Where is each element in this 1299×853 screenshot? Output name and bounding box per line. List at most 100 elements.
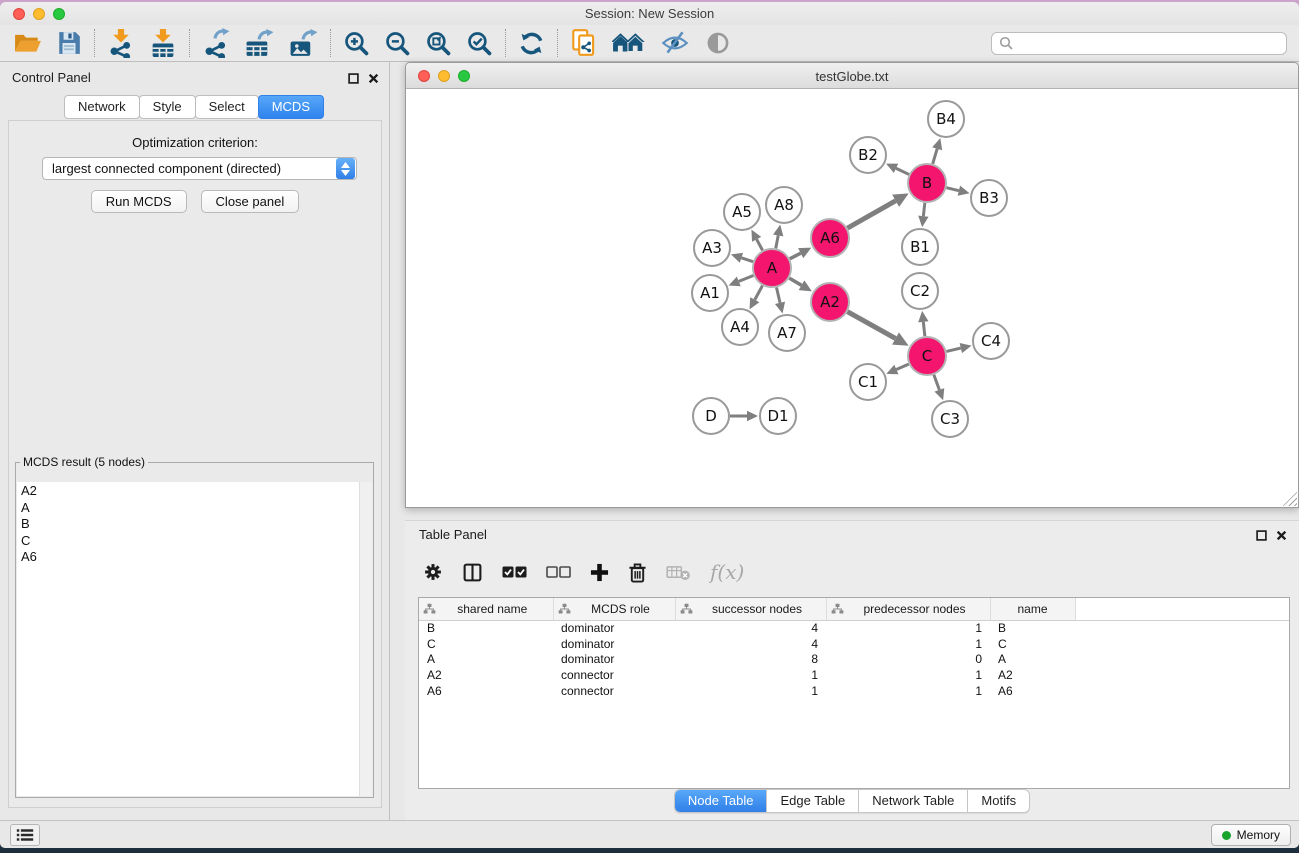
edge-A-A5[interactable] — [757, 239, 763, 250]
search-input[interactable] — [1018, 36, 1279, 50]
edge-A-A1[interactable] — [739, 275, 754, 281]
cell[interactable]: dominator — [553, 636, 675, 652]
table-row[interactable]: Adominator80A — [419, 652, 1289, 668]
tab-style[interactable]: Style — [139, 95, 196, 119]
import-table-button[interactable] — [149, 28, 177, 58]
result-scrollbar[interactable] — [359, 482, 372, 796]
cell[interactable]: 1 — [826, 620, 990, 636]
tab-mcds[interactable]: MCDS — [258, 95, 324, 119]
cell[interactable]: A6 — [990, 683, 1075, 699]
cell[interactable]: connector — [553, 667, 675, 683]
edge-A2-C[interactable] — [847, 312, 895, 339]
criterion-select[interactable]: largest connected component (directed) — [42, 157, 357, 180]
zoom-selected-button[interactable] — [466, 30, 493, 57]
cell[interactable]: B — [419, 620, 553, 636]
select-all-button[interactable] — [502, 565, 527, 579]
cell[interactable]: 4 — [675, 620, 826, 636]
edge-B-B4[interactable] — [933, 149, 937, 164]
result-item[interactable]: B — [17, 516, 358, 533]
edge-B-B2[interactable] — [896, 168, 909, 174]
edge-A-A7[interactable] — [776, 287, 780, 302]
tab-motifs[interactable]: Motifs — [967, 790, 1029, 812]
table-row[interactable]: Bdominator41B — [419, 620, 1289, 636]
deselect-all-button[interactable] — [546, 565, 571, 579]
import-network-button[interactable] — [107, 28, 135, 58]
float-table-panel-button[interactable] — [1256, 528, 1267, 546]
edge-A-A8[interactable] — [776, 235, 778, 248]
edge-A-A4[interactable] — [755, 286, 763, 300]
task-history-button[interactable] — [10, 824, 40, 846]
edge-A-A6[interactable] — [790, 253, 801, 259]
save-session-button[interactable] — [56, 30, 82, 56]
edge-C-C4[interactable] — [946, 348, 960, 351]
cell[interactable]: connector — [553, 683, 675, 699]
close-panel-button[interactable] — [368, 71, 379, 89]
table-settings-button[interactable] — [423, 562, 443, 582]
tab-edge-table[interactable]: Edge Table — [766, 790, 858, 812]
show-column-button[interactable] — [462, 562, 483, 583]
cell[interactable]: 1 — [826, 667, 990, 683]
zoom-out-button[interactable] — [384, 30, 411, 57]
cell[interactable]: A2 — [990, 667, 1075, 683]
cell[interactable]: A2 — [419, 667, 553, 683]
close-table-panel-button[interactable] — [1276, 528, 1287, 546]
show-view-button[interactable] — [704, 30, 732, 56]
cell[interactable]: 4 — [675, 636, 826, 652]
delete-table-button[interactable] — [666, 564, 691, 581]
run-mcds-button[interactable]: Run MCDS — [91, 190, 187, 213]
zoom-in-button[interactable] — [343, 30, 370, 57]
column-header-successor-nodes[interactable]: successor nodes — [675, 598, 826, 620]
cell[interactable]: C — [419, 636, 553, 652]
column-header-MCDS-role[interactable]: MCDS role — [553, 598, 675, 620]
function-builder-button[interactable]: f(x) — [710, 560, 744, 584]
result-item[interactable]: A2 — [17, 483, 358, 500]
table-row[interactable]: A2connector11A2 — [419, 667, 1289, 683]
result-item[interactable]: A6 — [17, 549, 358, 566]
close-panel-push-button[interactable]: Close panel — [201, 190, 300, 213]
cell[interactable]: A — [419, 652, 553, 668]
column-header-name[interactable]: name — [990, 598, 1075, 620]
zoom-fit-button[interactable] — [425, 30, 452, 57]
tab-network-table[interactable]: Network Table — [858, 790, 967, 812]
delete-column-button[interactable] — [628, 562, 647, 583]
column-header-shared-name[interactable]: shared name — [419, 598, 553, 620]
edge-C-C2[interactable] — [923, 322, 925, 336]
edge-A6-B[interactable] — [847, 201, 895, 228]
edge-C-C3[interactable] — [934, 375, 940, 390]
tab-network[interactable]: Network — [64, 95, 140, 119]
edge-B-B3[interactable] — [946, 188, 958, 191]
export-network-button[interactable] — [202, 28, 230, 58]
create-column-button[interactable] — [590, 563, 609, 582]
cell[interactable]: 0 — [826, 652, 990, 668]
table-row[interactable]: A6connector11A6 — [419, 683, 1289, 699]
home-networks-button[interactable] — [612, 30, 646, 56]
edge-B-B1[interactable] — [923, 203, 924, 216]
edge-C-C1[interactable] — [896, 364, 908, 369]
cell[interactable]: A6 — [419, 683, 553, 699]
edge-A-A3[interactable] — [741, 258, 753, 262]
hide-view-button[interactable] — [660, 30, 690, 56]
memory-button[interactable]: Memory — [1211, 824, 1291, 846]
cell[interactable]: 8 — [675, 652, 826, 668]
cell[interactable]: 1 — [826, 636, 990, 652]
clone-network-button[interactable] — [570, 28, 598, 58]
export-image-button[interactable] — [288, 28, 318, 58]
cell[interactable]: 1 — [675, 667, 826, 683]
cell[interactable]: 1 — [826, 683, 990, 699]
cell[interactable]: A — [990, 652, 1075, 668]
float-panel-button[interactable] — [348, 71, 359, 89]
cell[interactable]: B — [990, 620, 1075, 636]
tab-node-table[interactable]: Node Table — [675, 790, 767, 812]
cell[interactable]: dominator — [553, 620, 675, 636]
network-canvas[interactable]: B4B2BB3A5A8A6B1A3AC2A1A2A4A7C4CC1C3DD1 — [406, 89, 1298, 507]
result-item[interactable]: A — [17, 500, 358, 517]
refresh-button[interactable] — [518, 30, 545, 57]
open-session-button[interactable] — [14, 30, 42, 56]
tab-select[interactable]: Select — [195, 95, 259, 119]
column-header-predecessor-nodes[interactable]: predecessor nodes — [826, 598, 990, 620]
cell[interactable]: dominator — [553, 652, 675, 668]
cell[interactable]: C — [990, 636, 1075, 652]
edge-A-A2[interactable] — [789, 278, 801, 285]
search-field[interactable] — [991, 32, 1287, 55]
network-window-titlebar[interactable]: testGlobe.txt — [406, 63, 1298, 89]
